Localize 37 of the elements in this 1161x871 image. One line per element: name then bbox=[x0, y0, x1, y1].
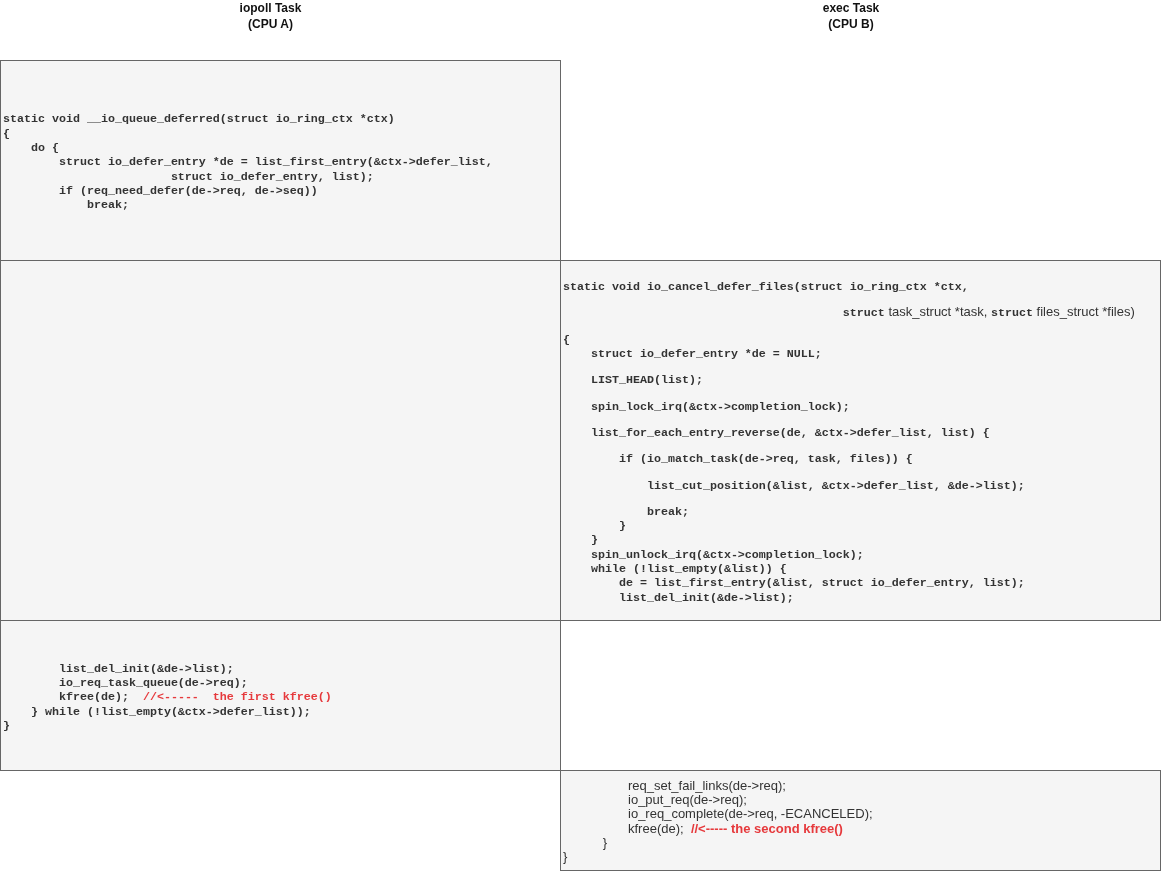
code-line: struct io_defer_entry, list); bbox=[169, 168, 374, 182]
code-line: { bbox=[3, 125, 10, 140]
code-line: do { bbox=[29, 140, 59, 154]
code-line: LIST_HEAD(list); bbox=[589, 372, 703, 386]
lane-subtitle: (CPU A) bbox=[248, 16, 293, 32]
code-line: break; bbox=[85, 197, 129, 211]
code-line: if (io_match_task(de->req, task, files)) { bbox=[617, 451, 913, 465]
code-line: list_for_each_entry_reverse(de, &ctx->defer_list, list) { bbox=[589, 424, 990, 439]
code-line: spin_lock_irq(&ctx->completion_lock); bbox=[589, 398, 850, 412]
code-line: list_cut_position(&list, &ctx->defer_list, &de->list); bbox=[645, 477, 1025, 491]
code-line: io_req_task_queue(de->req); bbox=[57, 675, 248, 689]
code-line: } while (!list_empty(&ctx->defer_list)); bbox=[29, 703, 311, 717]
code-line: { bbox=[563, 331, 570, 345]
code-line: kfree(de); //<----- the first kfree() bbox=[57, 689, 332, 703]
code-line: } bbox=[563, 849, 568, 864]
lane-subtitle: (CPU B) bbox=[828, 16, 874, 32]
code-line: static void io_cancel_defer_files(struct io_ring_ctx *ctx, bbox=[563, 279, 969, 293]
code-line: if (req_need_defer(de->req, de->seq)) bbox=[57, 182, 318, 197]
code-line: list_del_init(&de->list); bbox=[617, 589, 794, 603]
code-line: io_req_complete(de->req, -ECANCELED); bbox=[627, 806, 873, 821]
code-line: spin_unlock_irq(&ctx->completion_lock); bbox=[589, 546, 864, 560]
code-line: } bbox=[3, 717, 10, 732]
code-line: static void __io_queue_deferred(struct io_ring_ctx *ctx) bbox=[3, 111, 395, 125]
code-line: struct io_defer_entry *de = NULL; bbox=[589, 346, 822, 360]
lane-title: iopoll Task bbox=[239, 0, 302, 16]
code-line: break; bbox=[645, 503, 689, 518]
code-line: kfree(de); //<----- the second kfree() bbox=[627, 820, 843, 835]
code-line: struct io_defer_entry *de = list_first_entry(&ctx->defer_list, bbox=[57, 154, 493, 168]
code-line: de = list_first_entry(&list, struct io_defer_entry, list); bbox=[617, 575, 1025, 589]
code-line: } bbox=[617, 518, 626, 532]
code-line: while (!list_empty(&list)) { bbox=[589, 561, 787, 575]
code-line: req_set_fail_links(de->req); bbox=[627, 777, 786, 792]
code-line: } bbox=[601, 834, 608, 850]
code-line: } bbox=[589, 532, 598, 546]
lane-title: exec Task bbox=[822, 0, 880, 16]
code-line: struct task_struct *task, struct files_struct *files) bbox=[841, 304, 1135, 319]
code-line: list_del_init(&de->list); bbox=[57, 660, 234, 675]
